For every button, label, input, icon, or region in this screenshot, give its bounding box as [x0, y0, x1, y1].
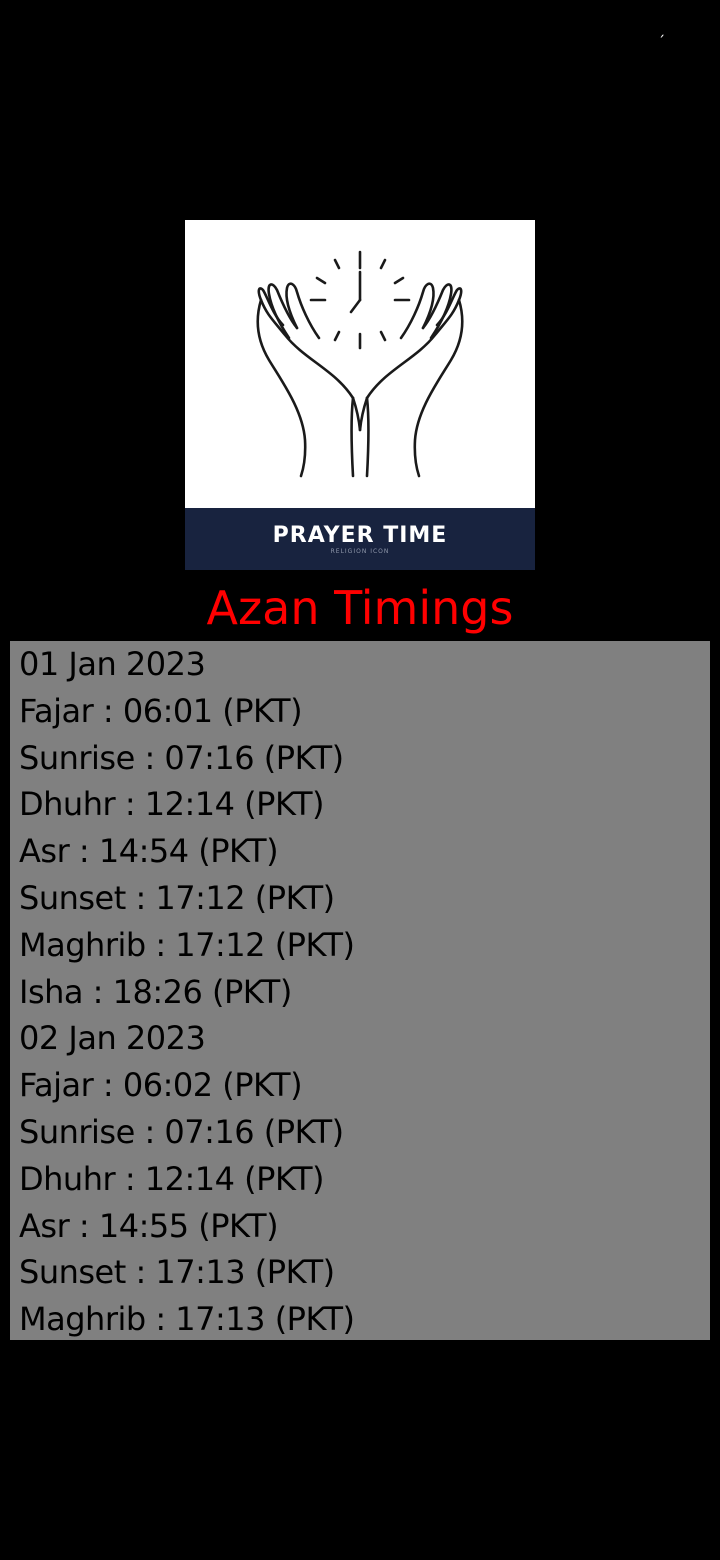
status-bar-mark: ˏ [658, 22, 665, 38]
date-heading: 02 Jan 2023 [19, 1019, 206, 1058]
prayer-time-row: Isha : 18:26 (PKT) [19, 972, 292, 1011]
prayer-time-row: Fajar : 06:01 (PKT) [19, 691, 303, 730]
logo-band: PRAYER TIME RELIGION ICON [185, 508, 535, 570]
prayer-time-row: Sunrise : 07:16 (PKT) [19, 738, 344, 777]
prayer-time-row: Maghrib : 17:12 (PKT) [19, 925, 355, 964]
prayer-time-row: Maghrib : 17:13 (PKT) [19, 1300, 355, 1339]
prayer-time-row: Dhuhr : 12:14 (PKT) [19, 785, 324, 824]
prayer-time-row: Sunrise : 07:16 (PKT) [19, 1112, 344, 1151]
timings-list-container[interactable]: 01 Jan 2023 Fajar : 06:01 (PKT) Sunrise : … [10, 641, 710, 1340]
page-title: Azan Timings [206, 581, 514, 635]
date-heading: 01 Jan 2023 [19, 645, 206, 683]
prayer-time-row: Asr : 14:55 (PKT) [19, 1206, 279, 1245]
app-screen: ˏ PRAYER TIME RELIGION ICON Azan Timings… [0, 0, 720, 1560]
prayer-time-row: Sunset : 17:13 (PKT) [19, 1253, 335, 1292]
timings-list: 01 Jan 2023 Fajar : 06:01 (PKT) Sunrise : … [10, 641, 710, 1340]
logo-title: PRAYER TIME [272, 523, 448, 548]
prayer-time-logo: PRAYER TIME RELIGION ICON [185, 220, 535, 570]
prayer-time-row: Fajar : 06:02 (PKT) [19, 1066, 303, 1105]
prayer-time-row: Sunset : 17:12 (PKT) [19, 878, 335, 917]
prayer-time-row: Dhuhr : 12:14 (PKT) [19, 1159, 324, 1198]
logo-subtitle: RELIGION ICON [330, 548, 390, 555]
praying-hands-clock-icon [256, 250, 464, 478]
prayer-time-row: Asr : 14:54 (PKT) [19, 832, 279, 871]
